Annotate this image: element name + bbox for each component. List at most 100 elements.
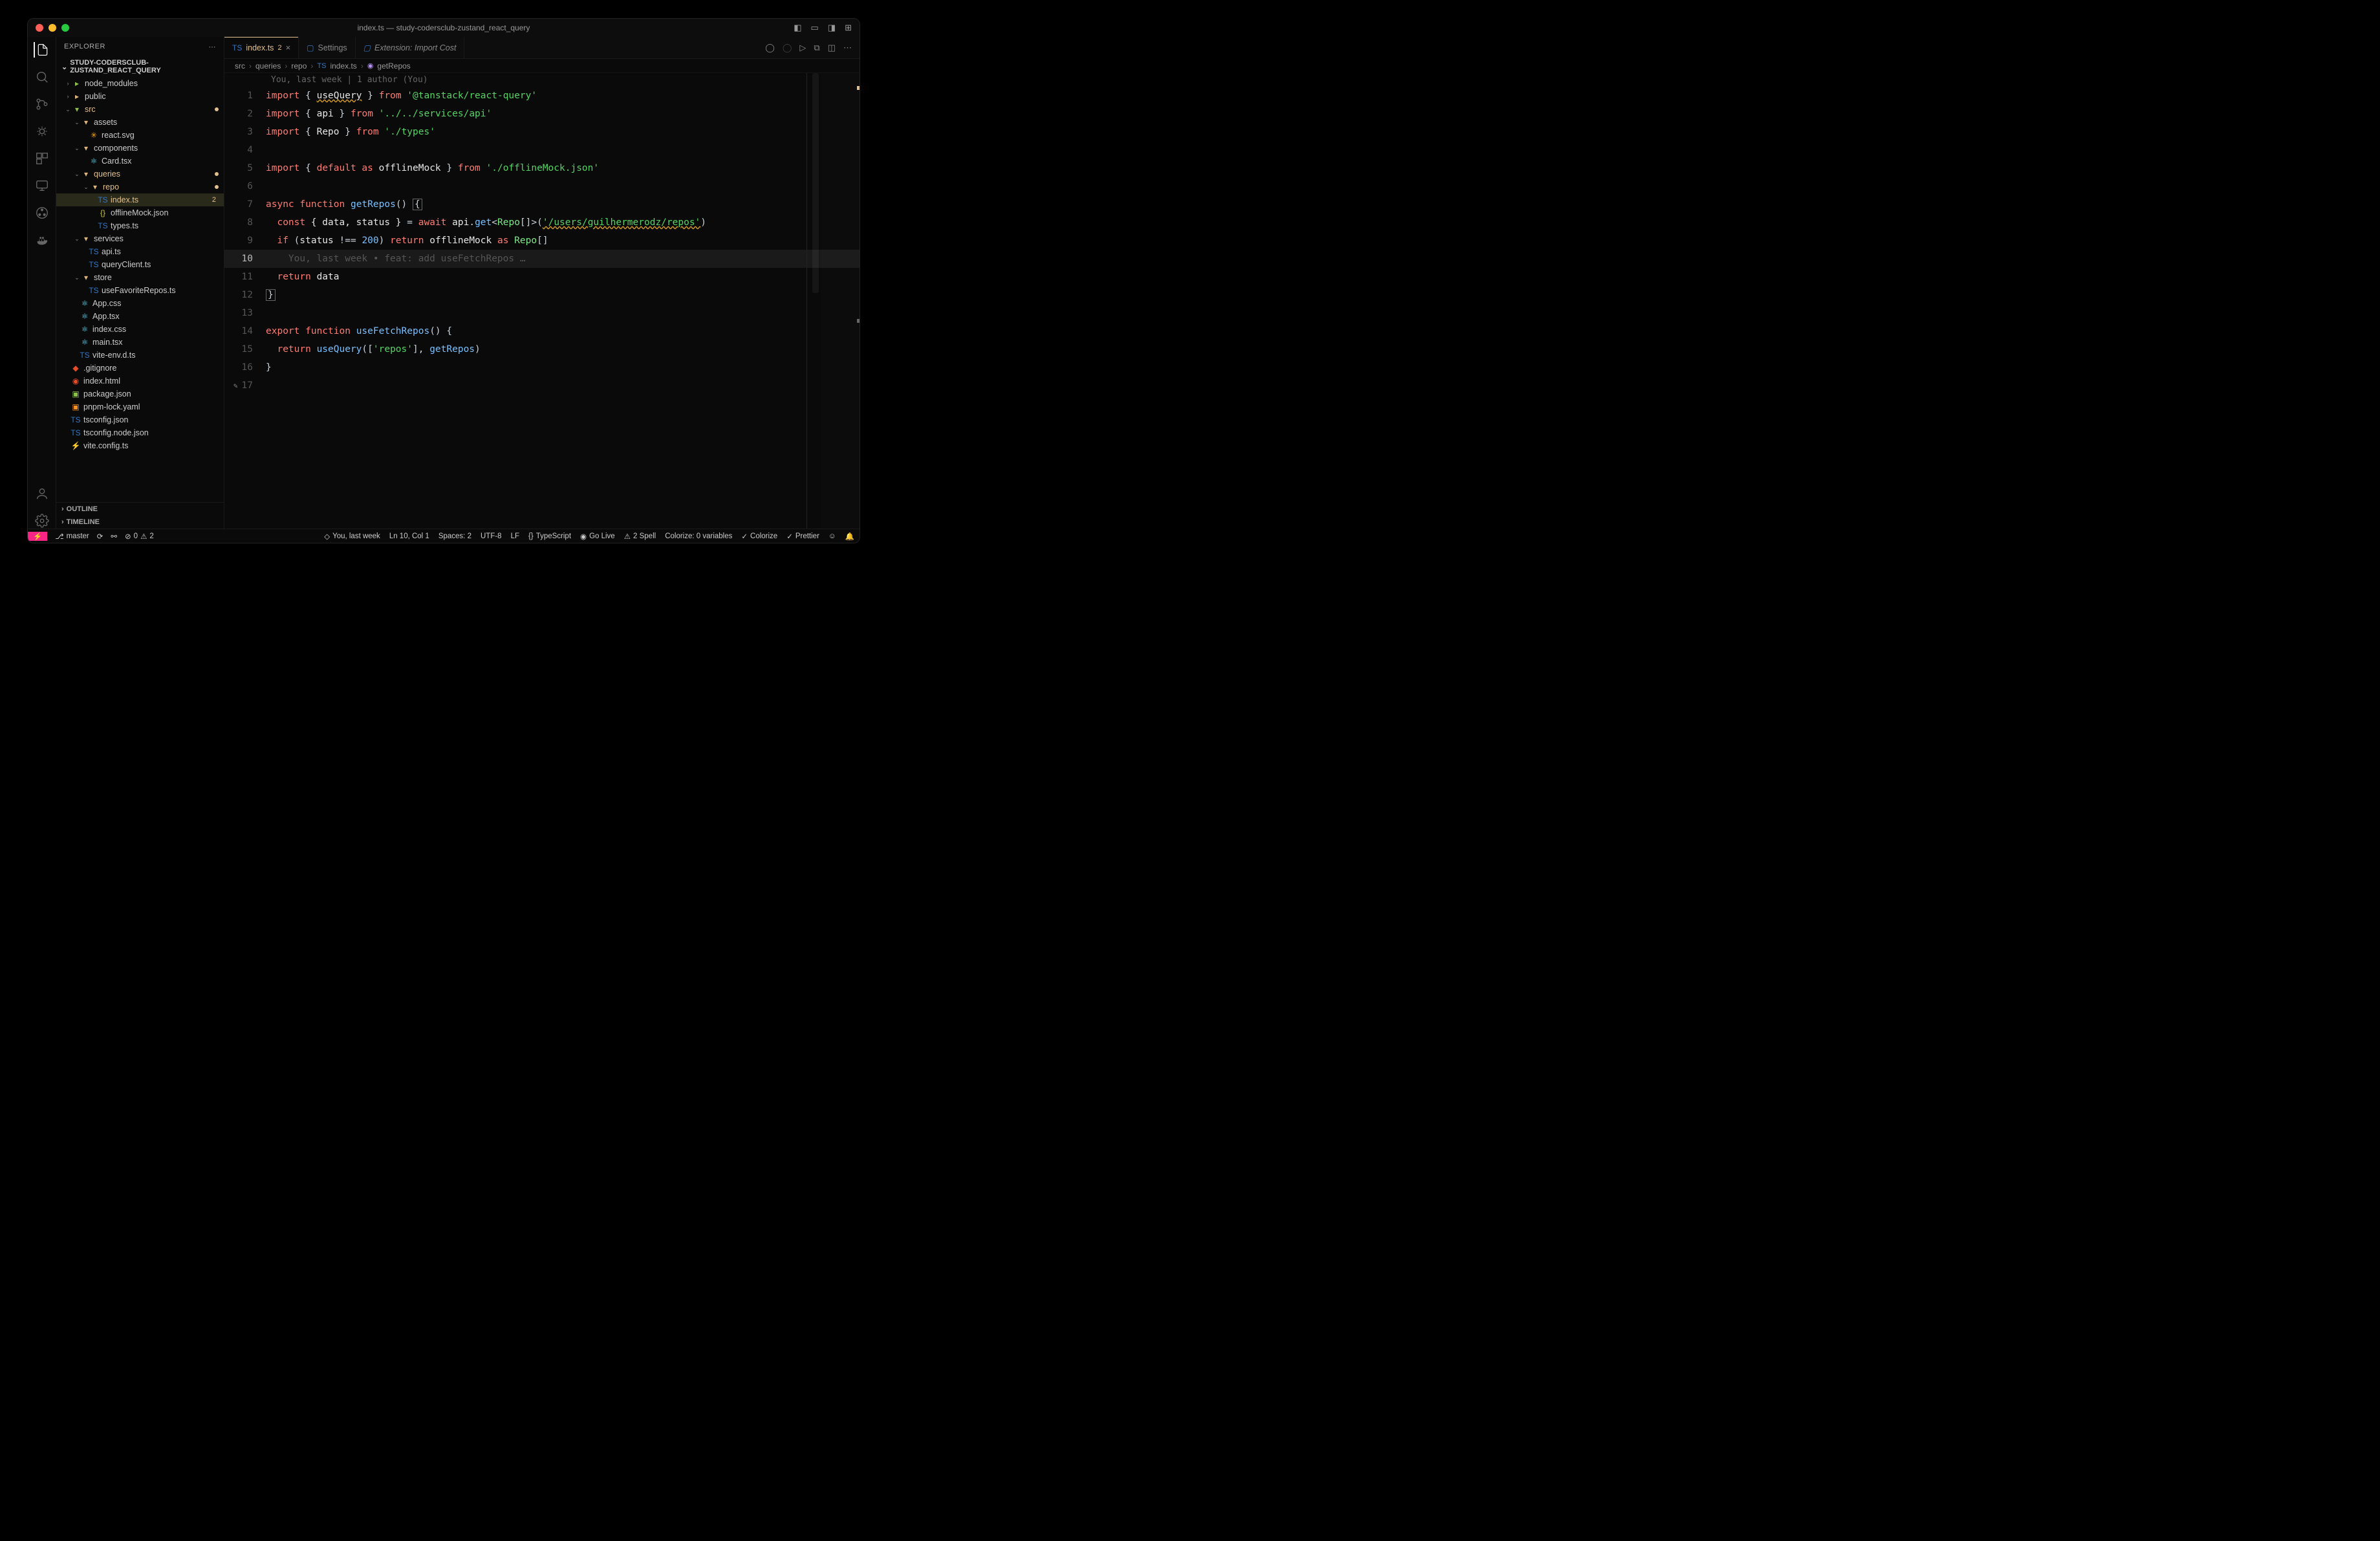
folder-public[interactable]: ›▸public [56, 90, 224, 103]
line-15[interactable]: 15 return useQuery(['repos'], getRepos) [224, 340, 860, 358]
run-icon[interactable]: ▷ [799, 43, 806, 53]
line-3[interactable]: 3import { Repo } from './types' [224, 123, 860, 141]
settings-icon[interactable] [34, 513, 50, 529]
file-app-css[interactable]: ⚛App.css [56, 297, 224, 310]
timeline-section[interactable]: ›TIMELINE [56, 516, 224, 529]
folder-store[interactable]: ⌄▾store [56, 271, 224, 284]
line-16[interactable]: 16} [224, 358, 860, 377]
file-gitignore[interactable]: ◆.gitignore [56, 362, 224, 375]
line-17[interactable]: ✎17 [224, 377, 860, 395]
blame-indicator[interactable]: ◇You, last week [324, 532, 380, 541]
encoding[interactable]: UTF-8 [481, 532, 502, 540]
cursor-position[interactable]: Ln 10, Col 1 [389, 532, 429, 540]
file-api-ts[interactable]: TSapi.ts [56, 245, 224, 258]
minimap[interactable] [821, 73, 860, 529]
sync-button[interactable]: ⟳ [97, 532, 103, 541]
bc-src[interactable]: src [235, 61, 245, 71]
source-control-icon[interactable] [34, 96, 50, 112]
eol[interactable]: LF [511, 532, 519, 540]
folder-node-modules[interactable]: ›▸node_modules [56, 77, 224, 90]
layout-grid-icon[interactable]: ⊞ [845, 23, 852, 33]
git-graph-button[interactable]: ⚯ [111, 532, 117, 541]
line-9[interactable]: 9 if (status !== 200) return offlineMock… [224, 232, 860, 250]
line-1[interactable]: 1import { useQuery } from '@tanstack/rea… [224, 87, 860, 105]
extensions-icon[interactable] [34, 151, 50, 166]
bc-queries[interactable]: queries [255, 61, 281, 71]
bc-index[interactable]: index.ts [330, 61, 356, 71]
line-14[interactable]: 14export function useFetchRepos() { [224, 322, 860, 340]
indentation[interactable]: Spaces: 2 [438, 532, 471, 540]
file-index-css[interactable]: ⚛index.css [56, 323, 224, 336]
file-usefavoriterepos[interactable]: TSuseFavoriteRepos.ts [56, 284, 224, 297]
outline-section[interactable]: ›OUTLINE [56, 503, 224, 516]
go-live-button[interactable]: ◉Go Live [580, 532, 615, 541]
folder-components[interactable]: ⌄▾components [56, 142, 224, 155]
language-mode[interactable]: {}TypeScript [528, 532, 571, 540]
prettier-button[interactable]: ✓Prettier [786, 532, 819, 541]
tab-index-ts[interactable]: TS index.ts 2 × [224, 37, 299, 58]
sidebar-more-icon[interactable]: ⋯ [209, 43, 217, 51]
debug-icon[interactable] [34, 124, 50, 139]
project-section[interactable]: ⌄ STUDY-CODERSCLUB-ZUSTAND_REACT_QUERY [56, 56, 224, 77]
spell-check[interactable]: ⚠2 Spell [624, 532, 656, 541]
colorize-button[interactable]: ✓Colorize [741, 532, 777, 541]
file-main-tsx[interactable]: ⚛main.tsx [56, 336, 224, 349]
file-package-json[interactable]: ▣package.json [56, 388, 224, 400]
folder-src[interactable]: ⌄▾src [56, 103, 224, 116]
file-vite-config[interactable]: ⚡vite.config.ts [56, 439, 224, 452]
file-vite-env[interactable]: TSvite-env.d.ts [56, 349, 224, 362]
split-icon[interactable]: ◫ [828, 43, 836, 53]
go-back-icon[interactable]: ◯ [765, 43, 775, 53]
file-pnpm-lock[interactable]: ▣pnpm-lock.yaml [56, 400, 224, 413]
bc-getrepos[interactable]: getRepos [377, 61, 410, 71]
line-2[interactable]: 2import { api } from '../../services/api… [224, 105, 860, 123]
file-offlinemock[interactable]: {}offlineMock.json [56, 206, 224, 219]
file-queryclient-ts[interactable]: TSqueryClient.ts [56, 258, 224, 271]
editor[interactable]: You, last week | 1 author (You) 1import … [224, 73, 860, 529]
bell-icon[interactable]: 🔔 [845, 532, 854, 541]
scrollbar[interactable] [812, 73, 819, 529]
close-window-button[interactable] [36, 24, 43, 32]
file-react-svg[interactable]: ✳react.svg [56, 129, 224, 142]
branch-indicator[interactable]: ⎇master [55, 532, 89, 541]
file-index-ts[interactable]: TSindex.ts2 [56, 193, 224, 206]
bc-repo[interactable]: repo [291, 61, 307, 71]
breadcrumbs[interactable]: src› queries› repo› TS index.ts› ◉ getRe… [224, 59, 860, 73]
folder-queries[interactable]: ⌄▾queries [56, 168, 224, 180]
file-app-tsx[interactable]: ⚛App.tsx [56, 310, 224, 323]
docker-icon[interactable] [34, 232, 50, 248]
file-index-html[interactable]: ◉index.html [56, 375, 224, 388]
graph-icon[interactable] [34, 205, 50, 221]
line-8[interactable]: 8 const { data, status } = await api.get… [224, 213, 860, 232]
more-icon[interactable]: ⋯ [843, 43, 852, 53]
line-13[interactable]: 13 [224, 304, 860, 322]
search-icon[interactable] [34, 69, 50, 85]
file-tsconfig[interactable]: TStsconfig.json [56, 413, 224, 426]
folder-assets[interactable]: ⌄▾assets [56, 116, 224, 129]
remote-button[interactable]: ⚡ [28, 532, 47, 541]
line-7[interactable]: 7async function getRepos() { [224, 195, 860, 213]
line-4[interactable]: 4 [224, 141, 860, 159]
minimize-window-button[interactable] [49, 24, 56, 32]
problems-indicator[interactable]: ⊘0 ⚠2 [125, 532, 154, 541]
compare-icon[interactable]: ⧉ [814, 43, 819, 53]
go-forward-icon[interactable]: ◯ [783, 43, 792, 53]
panel-bottom-icon[interactable]: ▭ [811, 23, 819, 33]
tab-settings[interactable]: ▢ Settings [299, 37, 356, 58]
line-5[interactable]: 5import { default as offlineMock } from … [224, 159, 860, 177]
line-10[interactable]: 10 You, last week • feat: add useFetchRe… [224, 250, 860, 268]
folder-repo[interactable]: ⌄▾repo [56, 180, 224, 193]
panel-left-icon[interactable]: ◧ [794, 23, 801, 33]
close-tab-icon[interactable]: × [286, 43, 291, 52]
file-types-ts[interactable]: TStypes.ts [56, 219, 224, 232]
colorize-vars[interactable]: Colorize: 0 variables [665, 532, 732, 540]
account-icon[interactable] [34, 486, 50, 501]
line-6[interactable]: 6 [224, 177, 860, 195]
line-11[interactable]: 11 return data [224, 268, 860, 286]
tab-extension[interactable]: ▢ Extension: Import Cost [356, 37, 465, 58]
maximize-window-button[interactable] [61, 24, 69, 32]
panel-right-icon[interactable]: ◨ [828, 23, 836, 33]
remote-explorer-icon[interactable] [34, 178, 50, 193]
folder-services[interactable]: ⌄▾services [56, 232, 224, 245]
file-tsconfig-node[interactable]: TStsconfig.node.json [56, 426, 224, 439]
